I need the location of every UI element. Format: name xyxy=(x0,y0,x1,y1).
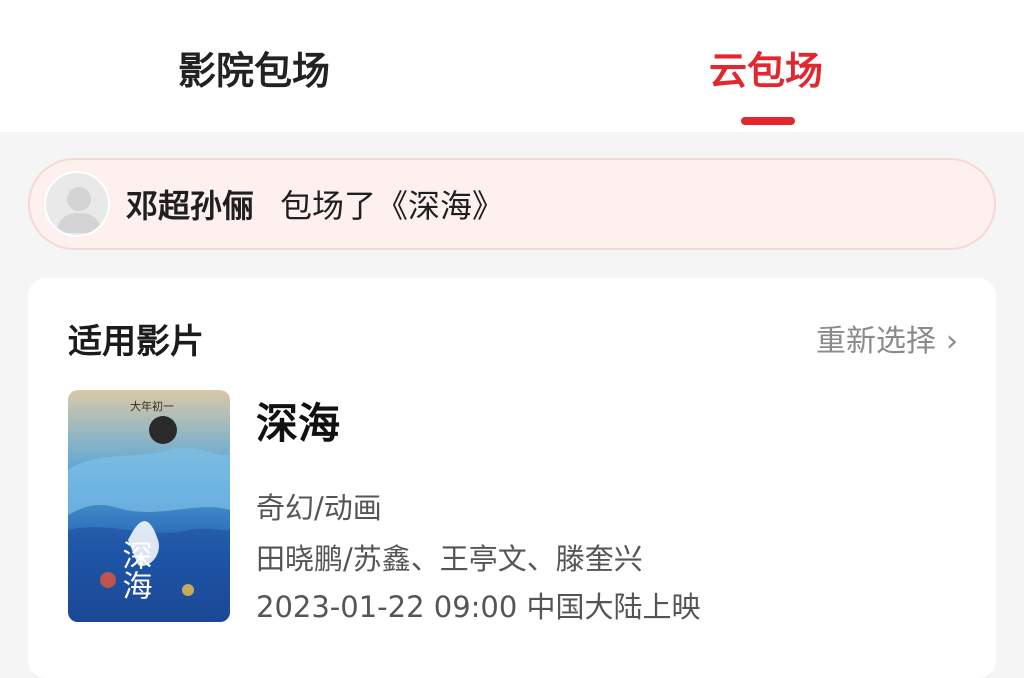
movie-title: 深海 xyxy=(256,399,341,448)
tab-bar: 影院包场 云包场 xyxy=(0,0,1024,132)
chevron-right-icon: › xyxy=(946,324,958,359)
tab-cloud-booking[interactable]: 云包场 xyxy=(709,44,823,98)
notice-action-text: 包场了《深海》 xyxy=(280,187,505,225)
movie-release-date: 2023-01-22 09:00 中国大陆上映 xyxy=(256,590,701,624)
poster-calligraphy: 深海 xyxy=(117,540,152,600)
tab-cinema-booking[interactable]: 影院包场 xyxy=(178,44,330,98)
movie-poster-image: 大年初一 深海 xyxy=(68,390,230,622)
reselect-label: 重新选择 xyxy=(816,324,936,359)
movie-crew: 田晓鹏/苏鑫、王亭文、滕奎兴 xyxy=(256,542,643,576)
movie-poster[interactable]: 大年初一 深海 xyxy=(68,390,230,622)
applicable-movie-card: 适用影片 重新选择 › 大年初一 深海 深海 奇幻/动画 田晓鹏/苏鑫、王亭文、… xyxy=(28,278,996,678)
user-avatar-placeholder-icon xyxy=(56,187,102,233)
booking-notice-banner: 邓超孙俪 包场了《深海》 xyxy=(28,158,996,250)
movie-genre: 奇幻/动画 xyxy=(256,491,382,525)
active-tab-indicator xyxy=(741,117,795,125)
notice-user-name: 邓超孙俪 xyxy=(126,187,255,225)
avatar xyxy=(44,171,110,237)
section-title: 适用影片 xyxy=(68,322,204,362)
reselect-button[interactable]: 重新选择 › xyxy=(816,322,958,362)
poster-tagline: 大年初一 xyxy=(130,399,174,413)
